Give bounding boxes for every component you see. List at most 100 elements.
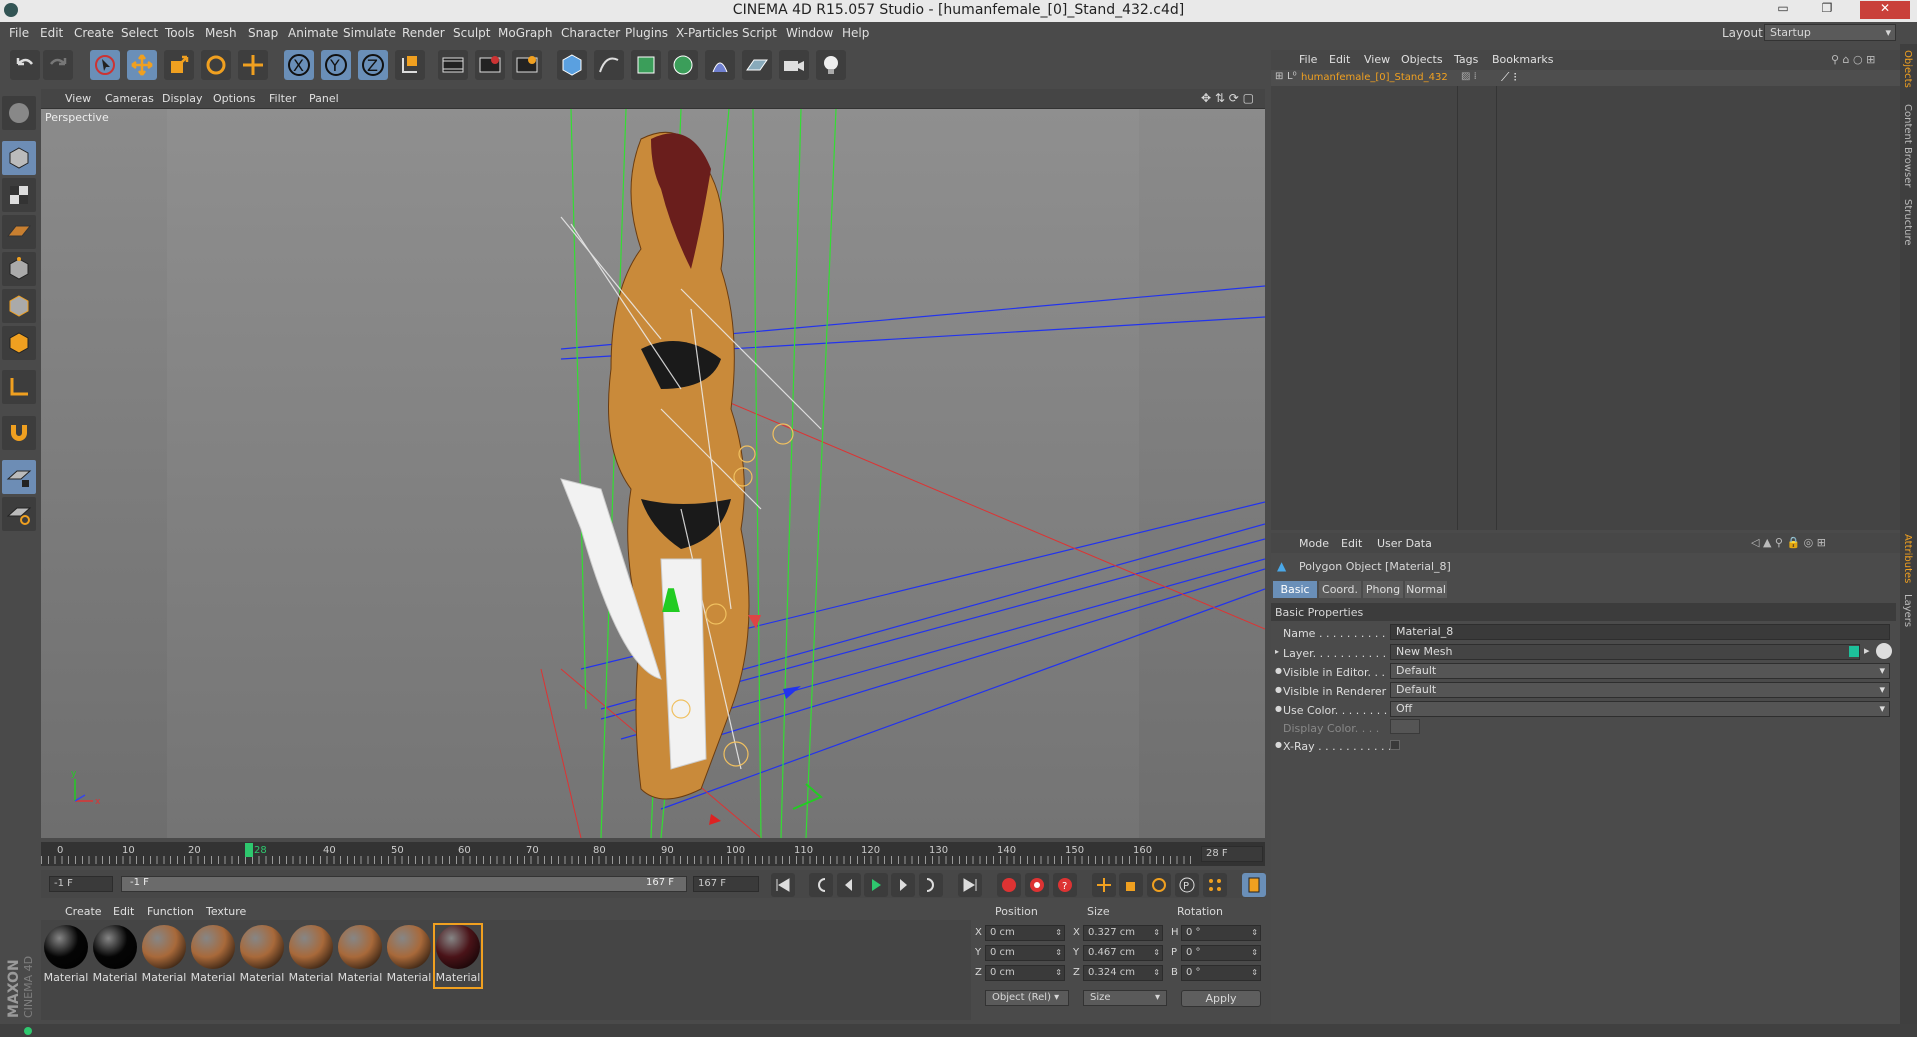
obj-menu-tags[interactable]: Tags bbox=[1454, 53, 1478, 66]
y-axis-lock-button[interactable]: Y bbox=[321, 50, 351, 80]
stepper-arrows-icon[interactable]: ⇕ bbox=[1055, 966, 1062, 980]
menu-script[interactable]: Script bbox=[742, 26, 777, 40]
side-tab-layers[interactable]: Layers bbox=[1902, 594, 1913, 627]
layer-expand-icon[interactable]: ▸ bbox=[1275, 647, 1279, 656]
record-button[interactable] bbox=[997, 873, 1021, 897]
transform-tool-button[interactable] bbox=[238, 50, 268, 80]
obj-menu-edit[interactable]: Edit bbox=[1329, 53, 1350, 66]
floor-button[interactable] bbox=[742, 50, 772, 80]
material-swatch[interactable]: Material bbox=[92, 925, 138, 987]
menu-mesh[interactable]: Mesh bbox=[205, 26, 237, 40]
menu-help[interactable]: Help bbox=[842, 26, 869, 40]
xray-checkbox[interactable] bbox=[1390, 740, 1400, 750]
viewport-nav-icons[interactable]: ✥ ⇅ ⟳ ▢ bbox=[1201, 91, 1254, 105]
attr-menu-mode[interactable]: Mode bbox=[1299, 537, 1329, 550]
previous-key-button[interactable] bbox=[809, 873, 833, 897]
undo-button[interactable] bbox=[10, 50, 40, 80]
array-button[interactable] bbox=[668, 50, 698, 80]
locked-workplane-button[interactable] bbox=[2, 497, 36, 531]
go-to-start-button[interactable] bbox=[771, 873, 795, 897]
play-button[interactable] bbox=[864, 873, 888, 897]
tab-normal[interactable]: Normal bbox=[1405, 581, 1447, 598]
menu-edit[interactable]: Edit bbox=[40, 26, 63, 40]
close-button[interactable]: ✕ bbox=[1860, 1, 1910, 19]
side-tab-content-browser[interactable]: Content Browser bbox=[1902, 104, 1913, 187]
material-swatch[interactable]: Material bbox=[190, 925, 236, 987]
stepper-arrows-icon[interactable]: ⇕ bbox=[1055, 926, 1062, 940]
move-tool-button[interactable] bbox=[127, 50, 157, 80]
prop-visible-editor-select[interactable]: Default ▾ bbox=[1390, 663, 1890, 679]
key-parameter-button[interactable]: P bbox=[1175, 873, 1199, 897]
layout-select[interactable]: Startup ▾ bbox=[1764, 24, 1896, 41]
previous-frame-button[interactable] bbox=[837, 873, 861, 897]
next-frame-button[interactable] bbox=[891, 873, 915, 897]
start-frame-field[interactable]: -1 F bbox=[49, 876, 113, 892]
workplane-mode-button[interactable] bbox=[2, 215, 36, 249]
side-tab-structure[interactable]: Structure bbox=[1902, 199, 1913, 246]
expand-icon[interactable]: ⊞ bbox=[1275, 71, 1283, 82]
stepper-arrows-icon[interactable]: ⇕ bbox=[1153, 946, 1160, 960]
menu-window[interactable]: Window bbox=[786, 26, 833, 40]
live-selection-button[interactable] bbox=[90, 50, 120, 80]
coordinate-system-button[interactable] bbox=[395, 50, 425, 80]
tab-coord[interactable]: Coord. bbox=[1319, 581, 1361, 598]
side-tab-objects[interactable]: Objects bbox=[1902, 50, 1913, 88]
render-view-button[interactable] bbox=[438, 50, 468, 80]
material-swatch[interactable]: Material bbox=[43, 925, 89, 987]
viewport-menu-options[interactable]: Options bbox=[213, 92, 255, 105]
visibility-dots-icon[interactable]: ▨ ⁞ bbox=[1461, 71, 1477, 82]
viewport-menu-display[interactable]: Display bbox=[162, 92, 203, 105]
material-swatch[interactable]: Material bbox=[288, 925, 334, 987]
attr-menu-edit[interactable]: Edit bbox=[1341, 537, 1362, 550]
visible-renderer-anim-dot[interactable]: ● bbox=[1275, 685, 1282, 694]
subdivision-surface-button[interactable] bbox=[631, 50, 661, 80]
position-field[interactable]: 0 cm ⇕ bbox=[985, 945, 1065, 961]
key-point-level-button[interactable] bbox=[1203, 873, 1227, 897]
menu-simulate[interactable]: Simulate bbox=[343, 26, 396, 40]
viewport-menu-view[interactable]: View bbox=[65, 92, 91, 105]
menu-mograph[interactable]: MoGraph bbox=[498, 26, 553, 40]
visible-editor-anim-dot[interactable]: ● bbox=[1275, 666, 1282, 675]
texture-mode-button[interactable] bbox=[2, 178, 36, 212]
material-swatch[interactable]: Material bbox=[141, 925, 187, 987]
menu-tools[interactable]: Tools bbox=[165, 26, 195, 40]
points-mode-button[interactable] bbox=[2, 252, 36, 286]
menu-x-particles[interactable]: X-Particles bbox=[676, 26, 739, 40]
autokey-button[interactable] bbox=[1025, 873, 1049, 897]
ik-tag-icon[interactable]: ⟋ ⁝ bbox=[1501, 70, 1517, 85]
material-swatch[interactable]: Material bbox=[239, 925, 285, 987]
deformer-button[interactable] bbox=[705, 50, 735, 80]
stepper-arrows-icon[interactable]: ⇕ bbox=[1153, 926, 1160, 940]
rotate-tool-button[interactable] bbox=[201, 50, 231, 80]
xray-anim-dot[interactable]: ● bbox=[1275, 740, 1282, 749]
size-field[interactable]: 0.327 cm ⇕ bbox=[1083, 925, 1163, 941]
menu-snap[interactable]: Snap bbox=[248, 26, 278, 40]
edges-mode-button[interactable] bbox=[2, 289, 36, 323]
size-field[interactable]: 0.324 cm ⇕ bbox=[1083, 965, 1163, 981]
stepper-arrows-icon[interactable]: ⇕ bbox=[1055, 946, 1062, 960]
attr-menu-user-data[interactable]: User Data bbox=[1377, 537, 1432, 550]
light-button[interactable] bbox=[816, 50, 846, 80]
viewport-menu-panel[interactable]: Panel bbox=[309, 92, 339, 105]
key-scale-button[interactable] bbox=[1119, 873, 1143, 897]
render-picture-viewer-button[interactable] bbox=[475, 50, 505, 80]
material-menu-edit[interactable]: Edit bbox=[113, 905, 134, 918]
obj-menu-file[interactable]: File bbox=[1299, 53, 1317, 66]
axis-mode-button[interactable] bbox=[2, 370, 36, 404]
material-menu-texture[interactable]: Texture bbox=[206, 905, 246, 918]
end-frame-field[interactable]: 167 F bbox=[693, 876, 759, 892]
stepper-arrows-icon[interactable]: ⇕ bbox=[1251, 946, 1258, 960]
menu-create[interactable]: Create bbox=[74, 26, 114, 40]
tab-phong[interactable]: Phong bbox=[1363, 581, 1403, 598]
layer-pick-icon[interactable] bbox=[1876, 643, 1892, 659]
layer-arrow-icon[interactable]: ▸ bbox=[1864, 644, 1870, 657]
rotation-field[interactable]: 0 ° ⇕ bbox=[1181, 925, 1261, 941]
menu-animate[interactable]: Animate bbox=[288, 26, 338, 40]
stepper-arrows-icon[interactable]: ⇕ bbox=[1251, 926, 1258, 940]
menu-sculpt[interactable]: Sculpt bbox=[453, 26, 490, 40]
restore-button[interactable]: ❐ bbox=[1812, 1, 1842, 19]
polygons-mode-button[interactable] bbox=[2, 326, 36, 360]
menu-character[interactable]: Character bbox=[561, 26, 620, 40]
obj-menu-view[interactable]: View bbox=[1364, 53, 1390, 66]
position-field[interactable]: 0 cm ⇕ bbox=[985, 965, 1065, 981]
